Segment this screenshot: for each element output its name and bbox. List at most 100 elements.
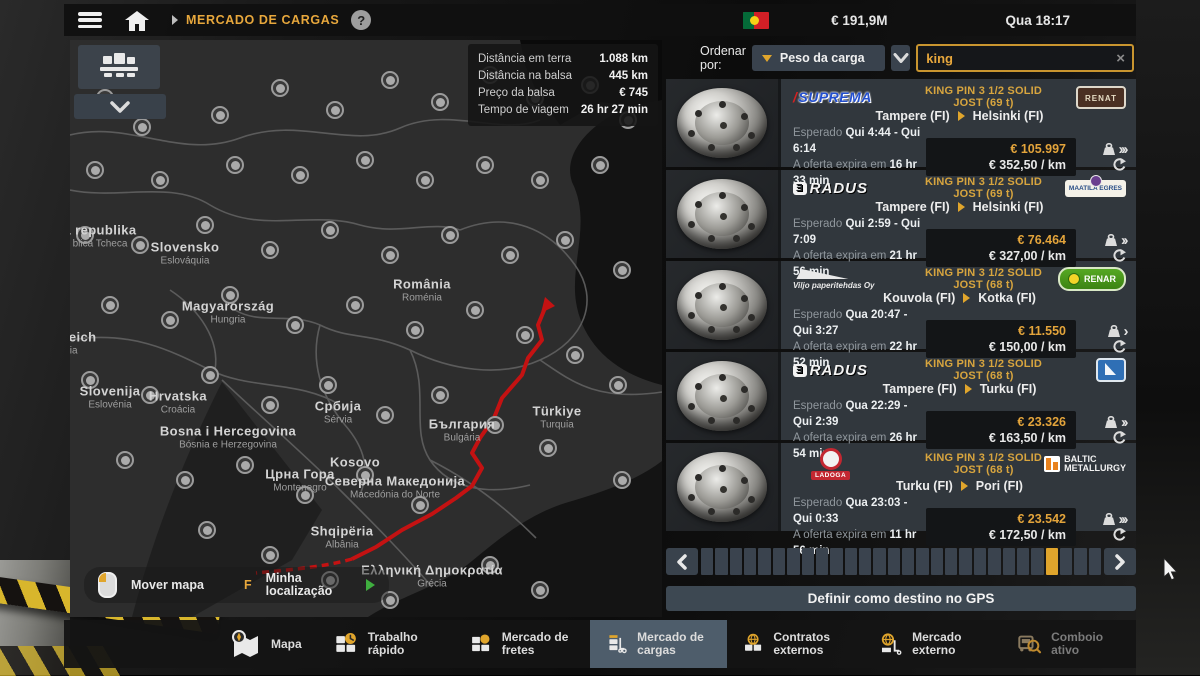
city-dot[interactable] <box>321 221 339 239</box>
page-prev-button[interactable] <box>666 548 698 575</box>
city-dot[interactable] <box>133 118 151 136</box>
page-segment[interactable] <box>816 548 828 575</box>
page-segment[interactable] <box>730 548 742 575</box>
page-segment[interactable] <box>959 548 971 575</box>
nav-item-trabalho-rapido[interactable]: Trabalho rápido <box>318 620 454 668</box>
city-dot[interactable] <box>501 246 519 264</box>
city-dot[interactable] <box>613 471 631 489</box>
page-segment[interactable] <box>758 548 770 575</box>
map-collapse-button[interactable] <box>74 94 166 119</box>
city-dot[interactable] <box>356 151 374 169</box>
city-dot[interactable] <box>431 93 449 111</box>
city-dot[interactable] <box>411 496 429 514</box>
city-dot[interactable] <box>261 546 279 564</box>
city-dot[interactable] <box>356 466 374 484</box>
city-dot[interactable] <box>481 556 499 574</box>
page-segment[interactable] <box>701 548 713 575</box>
city-dot[interactable] <box>516 326 534 344</box>
city-dot[interactable] <box>381 246 399 264</box>
page-segment[interactable] <box>945 548 957 575</box>
city-dot[interactable] <box>381 71 399 89</box>
home-icon[interactable] <box>124 10 150 30</box>
page-segment[interactable] <box>715 548 727 575</box>
city-dot[interactable] <box>261 396 279 414</box>
city-dot[interactable] <box>176 471 194 489</box>
cargo-offer-card[interactable]: SUPREMA KING PIN 3 1/2 SOLID JOST (69 t)… <box>666 79 1136 167</box>
city-dot[interactable] <box>101 296 119 314</box>
page-segment[interactable] <box>859 548 871 575</box>
page-segment[interactable] <box>888 548 900 575</box>
sort-expand-button[interactable] <box>891 45 910 71</box>
city-dot[interactable] <box>221 286 239 304</box>
trailer-type-button[interactable] <box>78 45 160 89</box>
city-dot[interactable] <box>86 161 104 179</box>
page-segment[interactable] <box>830 548 842 575</box>
page-segment[interactable] <box>1089 548 1101 575</box>
city-dot[interactable] <box>466 301 484 319</box>
page-segment[interactable] <box>1003 548 1015 575</box>
page-segment[interactable] <box>1031 548 1043 575</box>
page-segment-active[interactable] <box>1046 548 1058 575</box>
cargo-offer-card[interactable]: RADUS KING PIN 3 1/2 SOLID JOST (69 t) M… <box>666 170 1136 258</box>
city-dot[interactable] <box>196 216 214 234</box>
city-dot[interactable] <box>141 386 159 404</box>
city-dot[interactable] <box>406 321 424 339</box>
set-gps-destination-button[interactable]: Definir como destino no GPS <box>666 586 1136 611</box>
city-dot[interactable] <box>346 296 364 314</box>
page-segment[interactable] <box>988 548 1000 575</box>
page-segment[interactable] <box>974 548 986 575</box>
page-segment[interactable] <box>802 548 814 575</box>
city-dot[interactable] <box>296 486 314 504</box>
cargo-offer-card[interactable]: LADOGA KING PIN 3 1/2 SOLID JOST (68 t) … <box>666 443 1136 531</box>
city-dot[interactable] <box>226 156 244 174</box>
city-dot[interactable] <box>486 416 504 434</box>
city-dot[interactable] <box>566 346 584 364</box>
page-segment[interactable] <box>1060 548 1072 575</box>
city-dot[interactable] <box>211 106 229 124</box>
my-location-button[interactable]: Minha localização <box>266 572 352 598</box>
menu-icon[interactable] <box>78 12 102 28</box>
city-dot[interactable] <box>161 311 179 329</box>
city-dot[interactable] <box>201 366 219 384</box>
city-dot[interactable] <box>151 171 169 189</box>
sort-dropdown[interactable]: Peso da carga <box>752 45 885 71</box>
cargo-offer-card[interactable]: Viljo paperitehdas Oy KING PIN 3 1/2 SOL… <box>666 261 1136 349</box>
help-icon[interactable]: ? <box>351 10 371 30</box>
nav-item-contratos-externos[interactable]: Contratos externos <box>727 620 863 668</box>
page-segment[interactable] <box>916 548 928 575</box>
city-dot[interactable] <box>531 581 549 599</box>
city-dot[interactable] <box>556 231 574 249</box>
page-segment[interactable] <box>1017 548 1029 575</box>
search-input[interactable] <box>918 51 1109 66</box>
nav-item-mercado-de-cargas[interactable]: Mercado de cargas <box>590 620 726 668</box>
city-dot[interactable] <box>441 226 459 244</box>
page-segment[interactable] <box>902 548 914 575</box>
city-dot[interactable] <box>131 236 149 254</box>
city-dot[interactable] <box>319 376 337 394</box>
city-dot[interactable] <box>76 226 94 244</box>
city-dot[interactable] <box>81 371 99 389</box>
city-dot[interactable] <box>236 456 254 474</box>
city-dot[interactable] <box>286 316 304 334</box>
page-segment[interactable] <box>787 548 799 575</box>
city-dot[interactable] <box>271 79 289 97</box>
city-dot[interactable] <box>591 156 609 174</box>
nav-item-mercado-externo[interactable]: Mercado externo <box>863 620 999 668</box>
nav-item-mercado-de-fretes[interactable]: Mercado de fretes <box>454 620 590 668</box>
city-dot[interactable] <box>198 521 216 539</box>
page-segment[interactable] <box>873 548 885 575</box>
page-segment[interactable] <box>931 548 943 575</box>
page-segment[interactable] <box>773 548 785 575</box>
city-dot[interactable] <box>531 171 549 189</box>
page-track[interactable] <box>701 548 1101 575</box>
city-dot[interactable] <box>261 241 279 259</box>
city-dot[interactable] <box>291 166 309 184</box>
page-next-button[interactable] <box>1104 548 1136 575</box>
city-dot[interactable] <box>609 376 627 394</box>
city-dot[interactable] <box>116 451 134 469</box>
clear-search-icon[interactable]: × <box>1109 50 1132 67</box>
city-dot[interactable] <box>326 101 344 119</box>
city-dot[interactable] <box>431 386 449 404</box>
nav-item-mapa[interactable]: Mapa <box>214 620 318 668</box>
city-dot[interactable] <box>416 171 434 189</box>
